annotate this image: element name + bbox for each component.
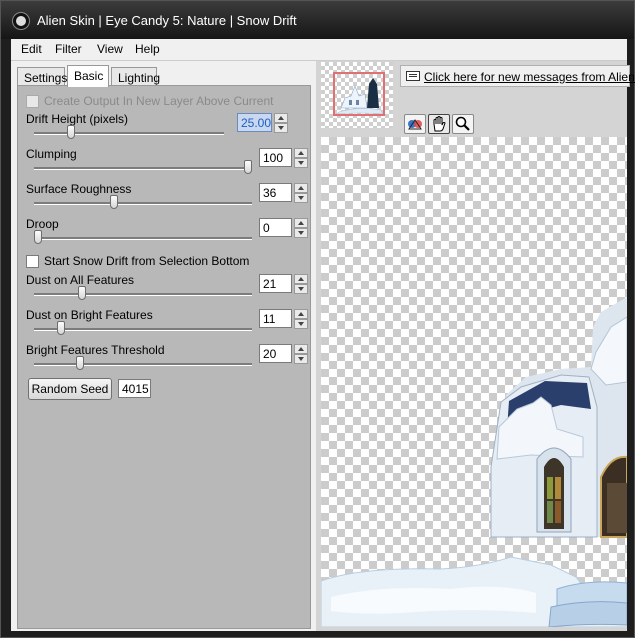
start-from-selection-label: Start Snow Drift from Selection Bottom [44, 254, 250, 268]
preview-canvas[interactable] [321, 137, 627, 627]
clumping-slider[interactable] [34, 167, 252, 170]
droop-spinner[interactable] [294, 218, 308, 238]
clumping-slider-thumb[interactable] [244, 160, 252, 174]
dust-bright-spinner[interactable] [294, 309, 308, 329]
menu-edit[interactable]: Edit [21, 42, 42, 56]
dust-all-slider[interactable] [34, 293, 252, 296]
tab-settings[interactable]: Settings [17, 67, 67, 86]
dust-bright-slider-thumb[interactable] [57, 321, 66, 335]
droop-slider-thumb[interactable] [34, 230, 42, 244]
spin-down-icon[interactable] [294, 354, 308, 364]
spin-up-icon[interactable] [294, 309, 308, 319]
dust-all-slider-thumb[interactable] [78, 286, 87, 300]
dust-all-label: Dust on All Features [26, 273, 135, 287]
random-seed-button[interactable]: Random Seed [28, 378, 112, 400]
surface-roughness-input[interactable]: 36 [259, 183, 292, 202]
messages-link[interactable]: Click here for new messages from Alien S… [424, 70, 635, 84]
drift-height-spinner[interactable] [274, 113, 288, 133]
spin-down-icon[interactable] [294, 319, 308, 329]
dust-bright-input[interactable]: 11 [259, 309, 292, 328]
droop-input[interactable]: 0 [259, 218, 292, 237]
drift-height-slider[interactable] [34, 132, 224, 135]
settings-panel: Settings Basic Lighting Create Output In… [11, 61, 316, 631]
clumping-input[interactable]: 100 [259, 148, 292, 167]
bright-threshold-label: Bright Features Threshold [26, 343, 165, 357]
bright-threshold-slider-thumb[interactable] [76, 356, 84, 370]
spin-up-icon[interactable] [274, 113, 288, 123]
droop-slider[interactable] [34, 237, 252, 240]
window-title: Alien Skin | Eye Candy 5: Nature | Snow … [37, 13, 297, 28]
zoom-icon [455, 116, 470, 131]
message-bar[interactable]: Click here for new messages from Alien S… [400, 65, 635, 87]
random-seed-input[interactable]: 4015 [118, 379, 151, 398]
menu-filter[interactable]: Filter [55, 42, 82, 56]
drift-height-input[interactable]: 25.00 [237, 113, 272, 132]
droop-label: Droop [26, 217, 59, 231]
create-output-layer-checkbox[interactable] [26, 95, 39, 108]
spin-down-icon[interactable] [294, 193, 308, 203]
bright-threshold-slider[interactable] [34, 363, 252, 366]
spin-down-icon[interactable] [294, 284, 308, 294]
dust-bright-label: Dust on Bright Features [26, 308, 153, 322]
message-icon [406, 71, 420, 81]
preview-image [321, 297, 627, 627]
start-from-selection-checkbox[interactable] [26, 255, 39, 268]
tab-lighting[interactable]: Lighting [111, 67, 160, 86]
spin-up-icon[interactable] [294, 183, 308, 193]
bright-threshold-spinner[interactable] [294, 344, 308, 364]
menu-bar: Edit Filter View Help [11, 39, 627, 61]
surface-roughness-slider[interactable] [34, 202, 252, 205]
surface-roughness-label: Surface Roughness [26, 182, 132, 196]
compare-icon [408, 119, 422, 130]
basic-tab-content: Create Output In New Layer Above Current… [17, 85, 311, 629]
create-output-layer-label: Create Output In New Layer Above Current [44, 94, 274, 108]
navigator-thumbnail[interactable] [321, 62, 393, 128]
viewport-indicator[interactable] [333, 72, 385, 116]
dust-bright-slider[interactable] [34, 328, 252, 331]
drift-height-label: Drift Height (pixels) [26, 112, 129, 126]
spin-down-icon[interactable] [294, 158, 308, 168]
dust-all-spinner[interactable] [294, 274, 308, 294]
app-window: Alien Skin | Eye Candy 5: Nature | Snow … [0, 0, 635, 638]
spin-down-icon[interactable] [274, 123, 288, 133]
spin-up-icon[interactable] [294, 344, 308, 354]
app-logo-icon [13, 13, 29, 29]
spin-up-icon[interactable] [294, 218, 308, 228]
clumping-label: Clumping [26, 147, 77, 161]
compare-tool-button[interactable] [404, 114, 426, 134]
spin-up-icon[interactable] [294, 148, 308, 158]
spin-down-icon[interactable] [294, 228, 308, 238]
title-bar[interactable]: Alien Skin | Eye Candy 5: Nature | Snow … [1, 1, 634, 39]
surface-roughness-slider-thumb[interactable] [109, 195, 118, 209]
surface-roughness-spinner[interactable] [294, 183, 308, 203]
bright-threshold-input[interactable]: 20 [259, 344, 292, 363]
clumping-spinner[interactable] [294, 148, 308, 168]
menu-help[interactable]: Help [135, 42, 160, 56]
hand-tool-button[interactable] [428, 114, 450, 134]
hand-icon [433, 116, 446, 132]
menu-view[interactable]: View [97, 42, 123, 56]
preview-panel: Click here for new messages from Alien S… [316, 61, 635, 631]
dust-all-input[interactable]: 21 [259, 274, 292, 293]
main-content: Settings Basic Lighting Create Output In… [11, 61, 635, 631]
tab-basic[interactable]: Basic [67, 65, 109, 87]
zoom-tool-button[interactable] [452, 114, 474, 134]
drift-height-slider-thumb[interactable] [66, 125, 75, 139]
spin-up-icon[interactable] [294, 274, 308, 284]
